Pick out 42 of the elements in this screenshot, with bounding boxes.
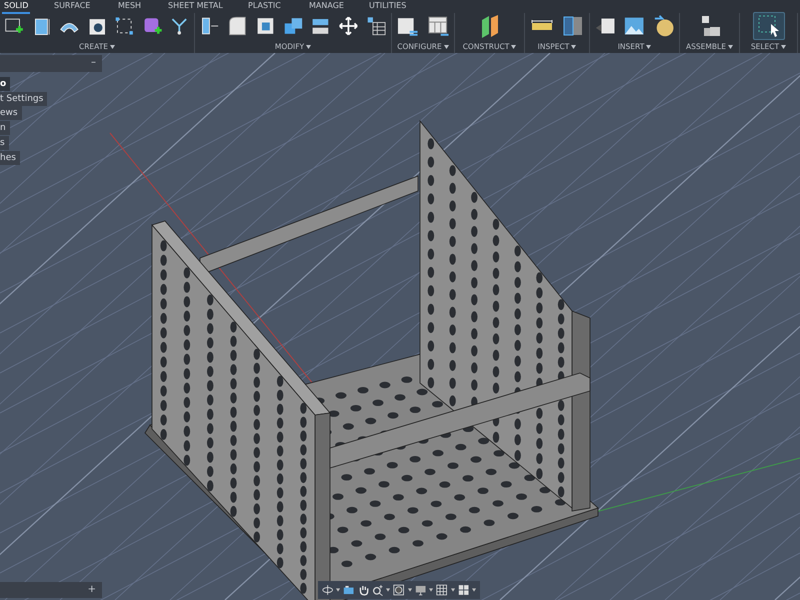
- hand-icon[interactable]: [358, 583, 370, 597]
- collapse-button[interactable]: –: [89, 55, 98, 71]
- caret-icon[interactable]: [408, 588, 412, 592]
- caret-icon[interactable]: [450, 588, 455, 592]
- ribbon-tab[interactable]: SURFACE: [52, 0, 92, 12]
- browser-item[interactable]: n: [0, 121, 10, 135]
- section-icon[interactable]: [560, 14, 584, 38]
- caret-icon[interactable]: [571, 44, 576, 49]
- caret-icon[interactable]: [646, 44, 652, 49]
- ribbon-tab[interactable]: MANAGE: [307, 0, 346, 12]
- viewports-icon[interactable]: [458, 583, 469, 597]
- caret-icon[interactable]: [728, 44, 733, 49]
- browser-item[interactable]: hes: [0, 151, 20, 165]
- caret-icon[interactable]: [110, 44, 116, 49]
- caret-icon[interactable]: [472, 588, 476, 592]
- caret-icon[interactable]: [511, 44, 516, 49]
- move-icon[interactable]: [338, 14, 360, 38]
- browser-item[interactable]: ews: [0, 106, 22, 120]
- expand-button[interactable]: +: [86, 582, 98, 598]
- fillet-icon[interactable]: [226, 14, 248, 38]
- table-arrows-icon[interactable]: [426, 14, 450, 38]
- caret-icon[interactable]: [429, 588, 434, 592]
- caret-icon[interactable]: [386, 588, 390, 592]
- zoom-icon[interactable]: [372, 583, 384, 597]
- ribbon-tab[interactable]: UTILITIES: [367, 0, 408, 12]
- ribbon-tab[interactable]: SOLID: [2, 0, 30, 14]
- caret-icon[interactable]: [781, 44, 786, 49]
- orbit-icon[interactable]: [322, 583, 334, 597]
- browser-item[interactable]: o: [0, 77, 10, 91]
- display-style-icon[interactable]: [393, 583, 405, 597]
- caret-icon[interactable]: [336, 588, 340, 592]
- ribbon-tab[interactable]: PLASTIC: [246, 0, 283, 12]
- grid-icon[interactable]: [436, 583, 448, 597]
- ribbon-tab[interactable]: SHEET METAL: [166, 0, 225, 12]
- select-cursor-icon: [756, 14, 780, 38]
- ribbon-tab[interactable]: MESH: [116, 0, 144, 12]
- select-button[interactable]: [752, 12, 784, 40]
- browser-item[interactable]: t Settings: [0, 92, 48, 106]
- monitor-icon[interactable]: [414, 583, 426, 597]
- caret-icon[interactable]: [444, 44, 449, 49]
- caret-icon[interactable]: [306, 44, 312, 49]
- browser-item[interactable]: s: [0, 136, 9, 150]
